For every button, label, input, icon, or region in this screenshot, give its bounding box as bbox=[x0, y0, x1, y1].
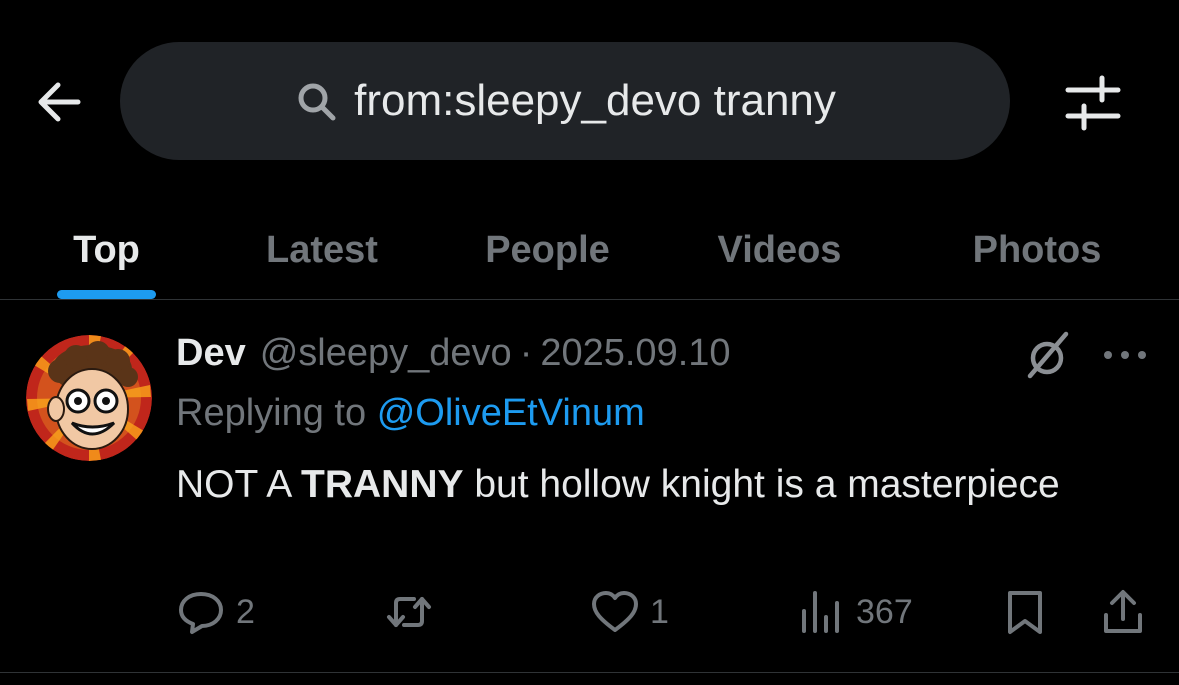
bookmark-button[interactable] bbox=[1000, 582, 1050, 642]
views-chart-icon bbox=[802, 591, 839, 633]
tab-latest[interactable]: Latest bbox=[240, 200, 404, 300]
search-tabs: Top Latest People Videos Photos bbox=[0, 200, 1179, 300]
author-handle[interactable]: @sleepy_devo bbox=[260, 332, 512, 375]
repost-icon bbox=[387, 597, 431, 627]
share-button[interactable] bbox=[1098, 582, 1148, 642]
grok-icon bbox=[1027, 331, 1069, 379]
filter-sliders-icon bbox=[1065, 75, 1121, 131]
share-icon bbox=[1104, 590, 1142, 633]
tweet[interactable]: Dev @sleepy_devo · 2025.09.10 Replying t… bbox=[0, 300, 1179, 672]
like-button[interactable]: 1 bbox=[590, 582, 669, 642]
tab-videos[interactable]: Videos bbox=[694, 200, 865, 300]
tab-photos[interactable]: Photos bbox=[952, 200, 1122, 300]
views-button[interactable]: 367 bbox=[796, 582, 913, 642]
reply-count: 2 bbox=[236, 592, 255, 631]
tweet-date[interactable]: 2025.09.10 bbox=[540, 332, 730, 375]
reply-icon bbox=[179, 592, 223, 634]
avatar-cartoon-face-icon bbox=[26, 335, 152, 461]
separator-dot: · bbox=[519, 332, 533, 374]
avatar[interactable] bbox=[26, 335, 152, 461]
search-filter-button[interactable] bbox=[1062, 72, 1124, 132]
replying-to-line: Replying to @OliveEtVinum bbox=[176, 392, 645, 435]
search-header: from:sleepy_devo tranny bbox=[0, 0, 1179, 200]
grok-button[interactable] bbox=[1022, 330, 1072, 382]
search-icon bbox=[298, 83, 336, 121]
author-name[interactable]: Dev bbox=[176, 332, 246, 375]
view-count: 367 bbox=[856, 592, 913, 631]
tab-people[interactable]: People bbox=[462, 200, 633, 300]
tweet-text: NOT A TRANNY but hollow knight is a mast… bbox=[176, 458, 1076, 512]
reply-button[interactable]: 2 bbox=[176, 582, 255, 642]
active-tab-indicator bbox=[57, 290, 156, 299]
search-query: from:sleepy_devo tranny bbox=[354, 76, 836, 125]
tweet-divider bbox=[0, 672, 1179, 673]
replying-to-label: Replying to bbox=[176, 392, 367, 434]
replying-to-handle[interactable]: @OliveEtVinum bbox=[377, 392, 645, 434]
search-input[interactable]: from:sleepy_devo tranny bbox=[120, 42, 1010, 160]
tweet-text-bold: TRANNY bbox=[301, 463, 464, 506]
back-button[interactable] bbox=[30, 72, 90, 132]
bookmark-icon bbox=[1008, 591, 1042, 634]
heart-icon bbox=[592, 591, 638, 632]
like-count: 1 bbox=[650, 592, 669, 631]
tab-top[interactable]: Top bbox=[40, 200, 173, 300]
tweet-header: Dev @sleepy_devo · 2025.09.10 bbox=[176, 332, 731, 375]
back-arrow-icon bbox=[38, 82, 81, 122]
more-options-button[interactable] bbox=[1100, 340, 1150, 370]
more-dots-icon bbox=[1104, 351, 1146, 359]
tweet-actions: 2 1 367 bbox=[0, 582, 1179, 642]
tweet-text-end: but hollow knight is a masterpiece bbox=[463, 463, 1060, 506]
repost-button[interactable] bbox=[384, 582, 444, 642]
tweet-text-start: NOT A bbox=[176, 463, 301, 506]
